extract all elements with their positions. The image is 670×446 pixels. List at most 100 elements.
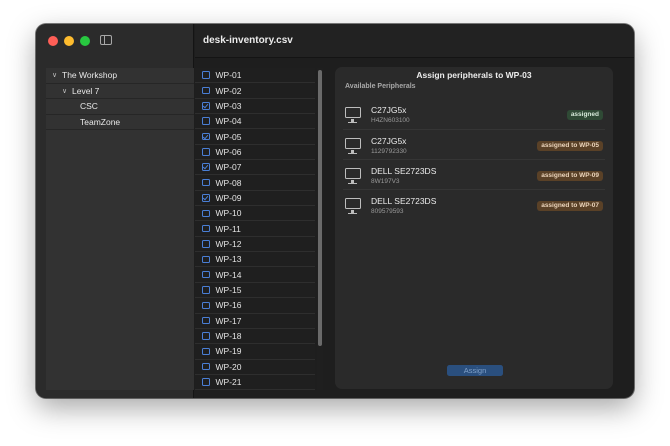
close-window-button[interactable] xyxy=(48,36,58,46)
workstation-row[interactable]: WP-07 xyxy=(195,160,315,176)
workstation-label: WP-11 xyxy=(215,223,241,234)
workstation-row[interactable]: WP-16 xyxy=(195,298,315,314)
peripheral-row[interactable]: C27JG5x 1129792330 assigned to WP-05 xyxy=(343,129,605,159)
peripheral-row[interactable]: DELL SE2723DS 8W197V3 assigned to WP-09 xyxy=(343,159,605,189)
workstation-list-scrollbar[interactable] xyxy=(317,68,323,390)
tree-item[interactable]: ∨ Level 7 xyxy=(46,84,194,100)
monitor-icon xyxy=(345,138,361,154)
workstation-checkbox[interactable] xyxy=(202,347,210,356)
workstation-label: WP-10 xyxy=(215,208,242,219)
workstation-label: WP-15 xyxy=(215,284,242,295)
workstation-checkbox[interactable] xyxy=(202,71,210,79)
workstation-row[interactable]: WP-02 xyxy=(195,83,315,99)
workstation-checkbox[interactable] xyxy=(202,148,210,156)
workstation-label: WP-14 xyxy=(215,269,242,280)
workstation-label: WP-01 xyxy=(215,70,242,81)
peripheral-serial: 8W197V3 xyxy=(371,178,400,185)
workstation-label: WP-20 xyxy=(215,361,242,372)
workstation-checkbox[interactable] xyxy=(202,132,210,141)
workstation-list: WP-01 WP-02 WP-03 WP-04 WP-05 WP-06 WP-07 WP-08… xyxy=(195,68,315,390)
workstation-checkbox[interactable] xyxy=(202,102,210,110)
workstation-label: WP-12 xyxy=(215,238,242,249)
workstation-label: WP-16 xyxy=(215,300,242,311)
tree-item[interactable]: ∨ The Workshop xyxy=(46,68,194,84)
scrollbar-thumb[interactable] xyxy=(318,70,322,346)
window-controls xyxy=(48,36,90,46)
workstation-row[interactable]: WP-08 xyxy=(195,175,315,191)
workstation-label: WP-05 xyxy=(215,131,242,142)
peripheral-serial: 1129792330 xyxy=(371,148,407,155)
workstation-row[interactable]: WP-04 xyxy=(195,114,315,130)
workstation-label: WP-18 xyxy=(215,331,242,342)
workstation-checkbox[interactable] xyxy=(202,255,210,264)
workstation-row[interactable]: WP-15 xyxy=(195,283,315,299)
tree-item-label: The Workshop xyxy=(62,70,118,80)
workstation-checkbox[interactable] xyxy=(202,240,210,248)
tree-item[interactable]: CSC xyxy=(46,99,194,115)
workstation-checkbox[interactable] xyxy=(202,362,210,371)
workstation-checkbox[interactable] xyxy=(202,378,210,386)
workstation-row[interactable]: WP-18 xyxy=(195,329,315,345)
workstation-checkbox[interactable] xyxy=(202,332,210,340)
workstation-checkbox[interactable] xyxy=(202,117,210,125)
chevron-down-icon[interactable]: ∨ xyxy=(62,84,67,100)
workstation-row[interactable]: WP-14 xyxy=(195,267,315,283)
workstation-label: WP-17 xyxy=(215,315,242,326)
workstation-row[interactable]: WP-21 xyxy=(195,375,315,390)
panel-heading: Assign peripherals to WP-03 xyxy=(416,70,532,80)
workstation-row[interactable]: WP-01 xyxy=(195,68,315,84)
window-title: desk-inventory.csv xyxy=(203,35,293,46)
workstation-row[interactable]: WP-12 xyxy=(195,237,315,253)
title-bar: desk-inventory.csv xyxy=(195,24,634,58)
workstation-row[interactable]: WP-20 xyxy=(195,360,315,375)
workstation-label: WP-19 xyxy=(215,346,242,357)
monitor-icon xyxy=(345,168,361,184)
status-badge: assigned to WP-09 xyxy=(537,171,603,181)
workstation-checkbox[interactable] xyxy=(202,316,210,325)
status-badge: assigned to WP-07 xyxy=(537,201,603,211)
workstation-label: WP-06 xyxy=(215,146,242,157)
peripheral-row[interactable]: DELL SE2723DS 809579593 assigned to WP-07 xyxy=(343,189,605,219)
workstation-row[interactable]: WP-13 xyxy=(195,252,315,268)
workstation-row[interactable]: WP-10 xyxy=(195,206,315,222)
workstation-label: WP-07 xyxy=(215,162,242,173)
monitor-icon xyxy=(345,107,361,123)
peripheral-name: C27JG5x xyxy=(371,105,407,115)
peripheral-serial: 809579593 xyxy=(371,208,404,215)
workstation-checkbox[interactable] xyxy=(202,224,210,233)
workstation-row[interactable]: WP-06 xyxy=(195,145,315,161)
tree-item[interactable]: TeamZone xyxy=(46,115,194,130)
workstation-checkbox[interactable] xyxy=(202,270,210,279)
peripheral-row[interactable]: C27JG5x H4ZN603100 assigned xyxy=(343,99,605,129)
workstation-row[interactable]: WP-05 xyxy=(195,129,315,145)
workstation-checkbox[interactable] xyxy=(202,178,210,187)
tree-item-label: Level 7 xyxy=(72,85,100,96)
workstation-checkbox[interactable] xyxy=(202,301,210,310)
workstation-label: WP-21 xyxy=(215,377,242,388)
zoom-window-button[interactable] xyxy=(80,36,90,46)
assign-button[interactable]: Assign xyxy=(447,365,503,376)
peripheral-name: C27JG5x xyxy=(371,136,407,146)
chevron-down-icon[interactable]: ∨ xyxy=(52,68,57,84)
assign-panel: Assign peripherals to WP-03 Available Pe… xyxy=(335,67,613,389)
workstation-checkbox[interactable] xyxy=(202,286,210,294)
workstation-checkbox[interactable] xyxy=(202,209,210,218)
workstation-label: WP-02 xyxy=(215,85,242,96)
workstation-row[interactable]: WP-19 xyxy=(195,344,315,360)
peripheral-name: DELL SE2723DS xyxy=(371,196,437,206)
workstation-checkbox[interactable] xyxy=(202,194,210,202)
workstation-label: WP-03 xyxy=(215,100,242,111)
workstation-row[interactable]: WP-09 xyxy=(195,191,315,207)
sidebar-toggle-icon[interactable] xyxy=(100,35,112,45)
workstation-row[interactable]: WP-03 xyxy=(195,99,315,115)
workstation-label: WP-08 xyxy=(215,177,242,188)
minimize-window-button[interactable] xyxy=(64,36,74,46)
panel-subheading: Available Peripherals xyxy=(345,83,416,90)
workstation-checkbox[interactable] xyxy=(202,86,210,95)
sidebar: ∨ The Workshop ∨ Level 7 CSC TeamZone xyxy=(36,24,194,398)
peripheral-name: DELL SE2723DS xyxy=(371,166,437,176)
workstation-checkbox[interactable] xyxy=(202,163,210,171)
workstation-row[interactable]: WP-17 xyxy=(195,314,315,329)
workstation-row[interactable]: WP-11 xyxy=(195,221,315,237)
status-badge: assigned xyxy=(566,110,603,120)
